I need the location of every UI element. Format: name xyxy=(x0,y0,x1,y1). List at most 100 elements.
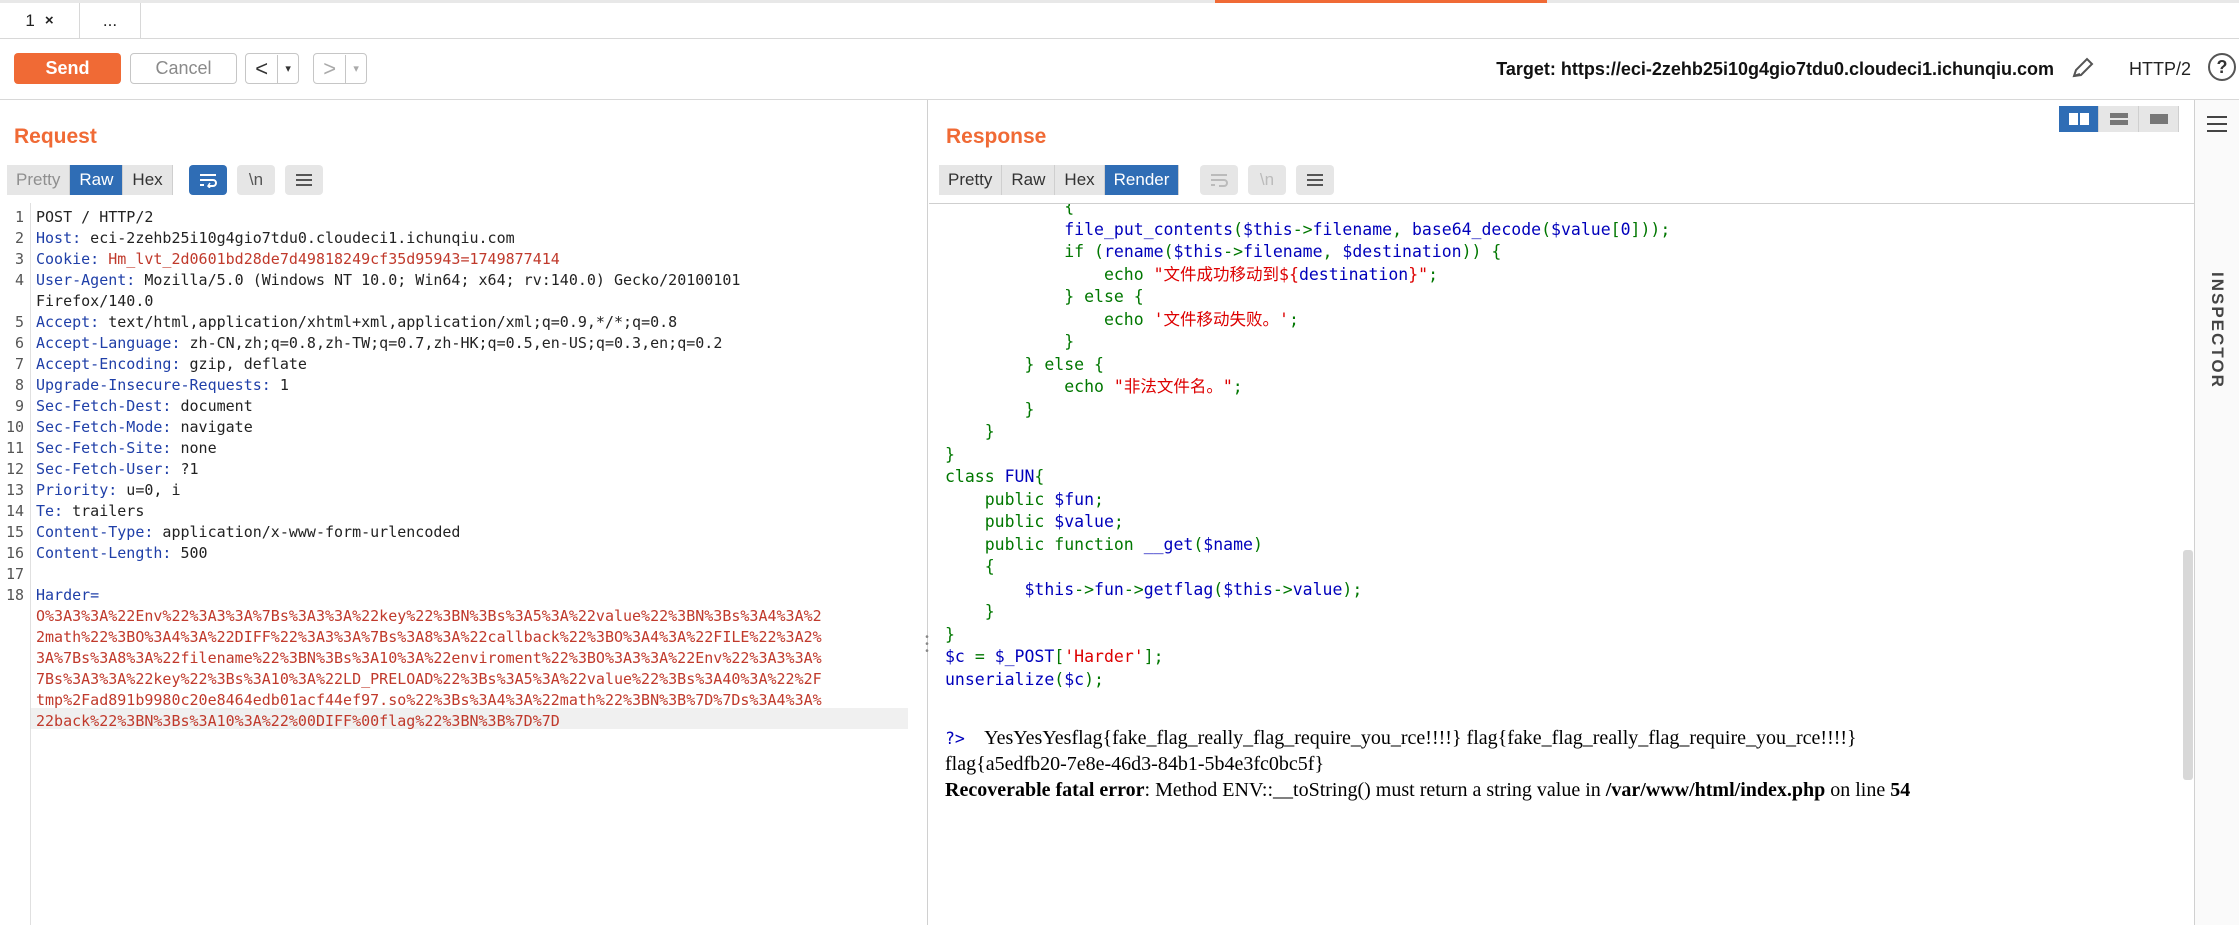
code-token: value xyxy=(1292,579,1343,599)
tab-hex[interactable]: Hex xyxy=(1055,165,1105,195)
menu-icon[interactable] xyxy=(285,165,323,195)
request-line-text: POST / HTTP/2 xyxy=(36,207,153,228)
http-version-label[interactable]: HTTP/2 xyxy=(2129,59,2191,80)
header-name: Content-Length: xyxy=(36,544,172,562)
code-token: 'Harder' xyxy=(1064,647,1144,666)
close-icon[interactable]: × xyxy=(45,12,54,29)
body-payload: 22back%22%3BN%3Bs%3A10%3A%22%00DIFF%00fl… xyxy=(36,712,560,730)
source-code-line: { xyxy=(945,556,995,579)
header-value: trailers xyxy=(63,502,145,520)
line-number: 9 xyxy=(14,397,24,415)
send-button[interactable]: Send xyxy=(14,53,121,84)
header-value: none xyxy=(171,439,217,457)
newline-toggle[interactable]: \n xyxy=(237,165,275,195)
code-token: ); xyxy=(1084,669,1104,689)
target-url: Target: https://eci-2zehb25i10g4gio7tdu0… xyxy=(1496,59,2054,79)
request-line-text: tmp%2Fad891b9980c20e8464edb01acf44ef97.s… xyxy=(36,690,822,711)
code-token: $c xyxy=(1064,669,1085,689)
stacked-layout-icon[interactable] xyxy=(2099,106,2139,132)
tab-render[interactable]: Render xyxy=(1104,165,1180,195)
inspector-menu-icon[interactable] xyxy=(2207,116,2227,137)
side-by-side-layout-icon[interactable] xyxy=(2059,106,2099,132)
request-line-text: Accept: text/html,application/xhtml+xml,… xyxy=(36,312,677,333)
code-token: public function xyxy=(945,534,1144,554)
code-token: )) { xyxy=(1461,242,1502,261)
error-label: Recoverable fatal error xyxy=(945,779,1145,801)
history-forward-button[interactable]: > xyxy=(314,54,347,83)
code-token: filename xyxy=(1243,242,1323,261)
source-code-line: } else { xyxy=(945,354,1103,377)
header-name: Priority: xyxy=(36,481,118,499)
source-code-line: { xyxy=(945,204,1074,219)
line-number: 18 xyxy=(5,586,24,604)
menu-icon[interactable] xyxy=(1296,165,1334,195)
code-token: getflag xyxy=(1143,579,1214,599)
error-path: /var/www/html/index.php xyxy=(1605,779,1826,801)
error-on-line: on line xyxy=(1825,779,1891,801)
response-view-tabs: Pretty Raw Hex Render xyxy=(939,165,1180,195)
code-token: ( xyxy=(1054,669,1065,689)
code-token: echo xyxy=(945,264,1154,284)
code-token: } xyxy=(945,422,995,441)
request-line-text: O%3A3%3A%22Env%22%3A3%3A%7Bs%3A3%3A%22ke… xyxy=(36,606,822,627)
response-title: Response xyxy=(946,125,1047,148)
tab-raw[interactable]: Raw xyxy=(70,165,124,195)
single-layout-icon[interactable] xyxy=(2139,106,2179,132)
source-code-line: echo "非法文件名。"; xyxy=(945,376,1243,399)
code-token: $this xyxy=(1223,579,1273,599)
progress-accent-bar xyxy=(1215,0,1547,3)
tab-hex[interactable]: Hex xyxy=(123,165,173,195)
request-line-text: Sec-Fetch-User: ?1 xyxy=(36,459,199,480)
code-token: -> xyxy=(1123,579,1144,599)
tab-more[interactable]: ... xyxy=(80,3,141,38)
code-token: ) xyxy=(1252,534,1263,554)
header-name: Cookie: xyxy=(36,250,100,268)
request-line-text: 3A%7Bs%3A8%3A%22filename%22%3BN%3Bs%3A10… xyxy=(36,648,822,669)
request-view-tabs: Pretty Raw Hex xyxy=(7,165,173,195)
line-number: 14 xyxy=(5,502,24,520)
request-line-text: Harder= xyxy=(36,585,99,606)
tab-1[interactable]: 1 × xyxy=(0,3,80,38)
source-code-line: class FUN{ xyxy=(945,466,1044,489)
source-code-line: $c = $_POST['Harder']; xyxy=(945,646,1164,669)
response-render-area[interactable]: { file_put_contents($this->filename, bas… xyxy=(929,203,2194,926)
panel-divider[interactable] xyxy=(927,100,928,925)
response-scrollbar[interactable] xyxy=(2183,550,2193,780)
error-message: : Method ENV::__toString() must return a… xyxy=(1144,779,1606,801)
header-name: Sec-Fetch-User: xyxy=(36,460,172,478)
tab-pretty[interactable]: Pretty xyxy=(939,165,1003,195)
request-line-text: 2math%22%3BO%3A4%3A%22DIFF%22%3A3%3A%7Bs… xyxy=(36,627,822,648)
chevron-down-icon[interactable]: ▾ xyxy=(346,62,366,75)
line-number: 13 xyxy=(5,481,24,499)
history-forward-group: > ▾ xyxy=(313,53,367,84)
code-token: $this xyxy=(1173,242,1224,261)
edit-target-icon[interactable] xyxy=(2070,55,2096,81)
help-icon[interactable]: ? xyxy=(2208,53,2236,81)
code-token: filename xyxy=(1312,219,1393,239)
history-back-button[interactable]: < xyxy=(246,54,279,83)
code-token: $value xyxy=(1551,219,1611,239)
tab-pretty[interactable]: Pretty xyxy=(7,165,71,195)
code-token: [ xyxy=(1610,219,1621,239)
header-name: User-Agent: xyxy=(36,271,136,289)
cancel-button[interactable]: Cancel xyxy=(130,53,237,84)
inspector-label[interactable]: INSPECTOR xyxy=(2207,272,2227,389)
inspector-sidebar[interactable]: INSPECTOR xyxy=(2194,100,2239,925)
header-name: POST / HTTP/2 xyxy=(36,208,154,226)
header-value: gzip, deflate xyxy=(180,355,307,373)
header-value: document xyxy=(171,397,253,415)
code-token: '文件移动失败。' xyxy=(1153,309,1289,329)
php-close-tag: ?> xyxy=(945,729,965,748)
source-code-line: } xyxy=(945,399,1034,422)
code-token: -> xyxy=(1292,219,1313,239)
code-token: ( xyxy=(1213,579,1224,599)
request-line-text: Content-Type: application/x-www-form-url… xyxy=(36,522,460,543)
code-token: ])); xyxy=(1630,219,1671,239)
chevron-down-icon[interactable]: ▾ xyxy=(278,62,298,75)
code-token: } xyxy=(945,444,955,464)
wrap-lines-icon[interactable] xyxy=(189,165,227,195)
code-token: } else { xyxy=(945,287,1144,306)
tab-raw[interactable]: Raw xyxy=(1002,165,1056,195)
request-editor[interactable]: 1 POST / HTTP/2 2 Host: eci-2zehb25i10g4gio… xyxy=(0,203,926,925)
line-number: 11 xyxy=(5,439,24,457)
